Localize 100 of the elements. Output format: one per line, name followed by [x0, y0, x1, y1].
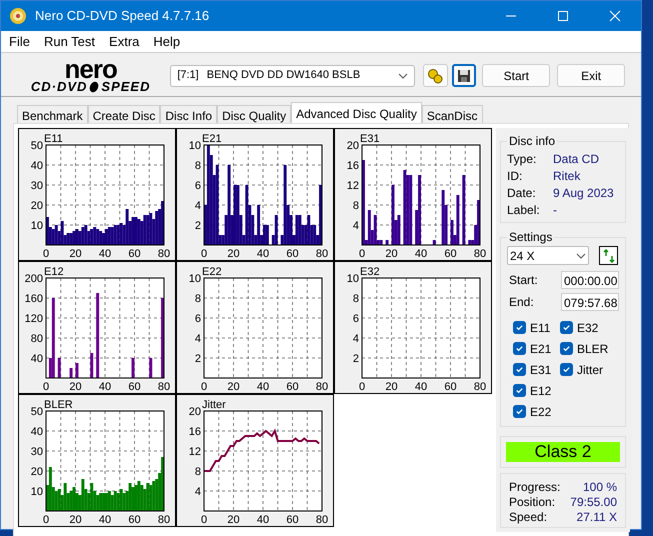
check-icon	[562, 323, 571, 332]
tick-label: 0	[42, 248, 50, 258]
gears-button[interactable]	[423, 64, 448, 87]
tick-label: 80	[316, 248, 328, 258]
checkbox[interactable]	[560, 363, 573, 376]
tick-label: 6	[352, 312, 359, 324]
start-field[interactable]: 000:00.00	[561, 271, 619, 289]
check-icon	[515, 323, 524, 332]
tick-label: 30	[30, 180, 43, 192]
speed-select[interactable]: 24 X	[507, 246, 589, 265]
tick-label: 40	[98, 514, 112, 524]
tick-label: 20	[69, 514, 82, 524]
tick-label: 80	[158, 514, 170, 524]
group-title: Settings	[508, 229, 554, 246]
checkbox-label: E32	[577, 320, 598, 336]
tab[interactable]: Advanced Disc Quality	[291, 102, 422, 123]
checkbox-label: E12	[530, 382, 552, 400]
chart-title: E11	[44, 132, 63, 144]
checkbox[interactable]	[513, 342, 526, 355]
tick-label: 40	[414, 248, 428, 258]
tick-label: 20	[69, 248, 82, 258]
exit-button[interactable]: Exit	[557, 64, 625, 87]
field-value: 9 Aug 2023	[553, 185, 614, 201]
tick-label: 40	[30, 426, 43, 438]
checkbox[interactable]	[513, 363, 526, 376]
tick-label: 50	[30, 406, 43, 418]
tick-label: 4	[352, 332, 359, 344]
checkbox-label: E31	[530, 362, 552, 378]
checkbox[interactable]	[513, 321, 526, 334]
checkbox[interactable]	[560, 342, 573, 355]
start-button[interactable]: Start	[482, 64, 550, 87]
floppy-icon	[457, 68, 472, 82]
tab[interactable]: Create Disc	[88, 105, 160, 123]
bar	[76, 362, 78, 378]
checkbox-label: E21	[530, 340, 552, 358]
tick-label: 20	[227, 380, 240, 392]
tick-label: 0	[200, 514, 208, 524]
tick-label: 0	[42, 514, 50, 524]
tick-label: 6	[194, 312, 201, 324]
tick-label: 80	[474, 380, 486, 392]
check-icon	[515, 365, 524, 374]
tick-label: 60	[444, 380, 457, 392]
drive-select[interactable]: [7:1] BENQ DVD DD DW1640 BSLB	[170, 64, 416, 86]
tick-label: 20	[69, 380, 82, 392]
tick-label: 80	[30, 332, 43, 344]
tab[interactable]: ScanDisc	[422, 105, 483, 123]
tab[interactable]: Disc Quality	[217, 105, 292, 123]
checkbox-label: E22	[530, 404, 552, 420]
check-icon	[562, 365, 571, 374]
tick-label: 8	[194, 466, 201, 478]
refresh-button[interactable]	[599, 246, 618, 265]
close-icon[interactable]	[609, 10, 621, 22]
tick-label: 6	[194, 180, 201, 192]
check-icon	[515, 407, 524, 416]
tick-label: 60	[128, 514, 141, 524]
checkbox-label: Jitter	[577, 362, 604, 378]
bar	[462, 174, 466, 244]
tick-label: 10	[188, 272, 201, 284]
gears-icon	[427, 68, 444, 84]
group-title: Disc info	[508, 133, 556, 150]
checkbox[interactable]	[560, 321, 573, 334]
menu-item[interactable]: File	[9, 32, 30, 52]
chart-title: E21	[202, 132, 222, 144]
field-value: -	[553, 202, 557, 218]
tick-label: 80	[316, 380, 328, 392]
tick-label: 4	[194, 200, 201, 212]
tick-label: 120	[24, 312, 43, 324]
tick-label: 80	[474, 248, 486, 258]
tick-label: 2	[194, 352, 201, 364]
field-label: Date:	[507, 185, 537, 201]
field-label: End:	[509, 294, 535, 311]
checkbox[interactable]	[513, 384, 526, 397]
chart-title: BLER	[44, 398, 73, 410]
menu-item[interactable]: Run Test	[44, 32, 96, 52]
tick-label: 10	[30, 486, 43, 498]
tick-label: 10	[30, 220, 43, 232]
chart-title: E12	[44, 266, 64, 278]
tick-label: 20	[385, 380, 398, 392]
tick-label: 50	[30, 140, 43, 152]
chevron-down-icon	[398, 72, 408, 78]
menu-item[interactable]: Help	[153, 32, 180, 52]
tick-label: 40	[414, 380, 428, 392]
bar	[58, 358, 61, 378]
tab[interactable]: Benchmark	[17, 105, 88, 123]
tab[interactable]: Disc Info	[160, 105, 218, 123]
tick-label: 20	[188, 406, 201, 418]
checkbox[interactable]	[513, 405, 526, 418]
tick-label: 40	[98, 380, 112, 392]
bar	[386, 240, 389, 244]
disc-icon	[88, 80, 100, 92]
tick-label: 20	[227, 514, 240, 524]
tick-label: 2	[194, 220, 201, 232]
end-field[interactable]: 079:57.68	[561, 293, 619, 311]
tick-label: 80	[316, 514, 328, 524]
tick-label: 0	[358, 380, 366, 392]
save-button[interactable]	[452, 64, 476, 87]
maximize-icon[interactable]	[557, 10, 569, 22]
tick-label: 20	[385, 248, 398, 258]
bar	[90, 352, 94, 378]
menu-item[interactable]: Extra	[109, 32, 140, 52]
